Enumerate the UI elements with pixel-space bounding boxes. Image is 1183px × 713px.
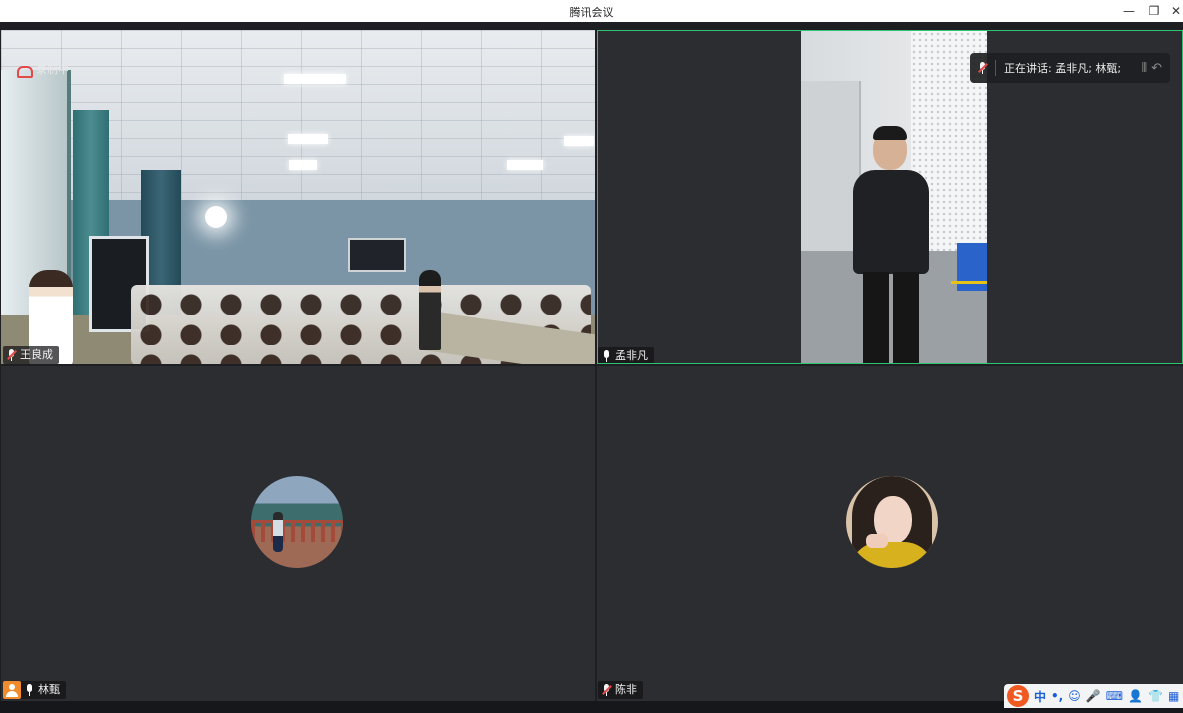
mic-muted-icon xyxy=(602,684,612,696)
participant-name: 陈非 xyxy=(615,683,637,696)
video-tile-1[interactable]: 录制中 王良成 xyxy=(1,30,595,364)
title-bar: 腾讯会议 — ❐ ✕ xyxy=(0,0,1183,22)
recording-label: 录制中 xyxy=(36,63,69,76)
mic-muted-icon xyxy=(7,349,17,361)
spotlight xyxy=(205,206,227,228)
recording-indicator[interactable]: 录制中 xyxy=(17,61,69,78)
audio-wave-icon[interactable]: ⫴ xyxy=(1142,61,1147,76)
floor-marking xyxy=(951,281,987,284)
participant-nametag: 林甄 xyxy=(3,681,66,699)
participant-name: 林甄 xyxy=(38,683,60,696)
ime-mode-chinese[interactable]: 中 xyxy=(1034,688,1046,705)
speaking-indicator[interactable]: 正在讲话: 孟非凡; 林甄; ⫴ ↶ xyxy=(970,53,1170,83)
classroom-video xyxy=(1,30,595,364)
speaking-label: 正在讲话: 孟非凡; 林甄; xyxy=(1004,62,1122,75)
restore-button[interactable]: ❐ xyxy=(1143,2,1165,20)
participant-name: 孟非凡 xyxy=(615,349,648,362)
tencent-meeting-window: 腾讯会议 — ❐ ✕ 录制中 王良成 正在讲话: 孟非凡; 林甄; ⫴ ↶ 孟非… xyxy=(0,0,1183,713)
avatar-child xyxy=(273,512,283,552)
mic-icon xyxy=(978,62,988,74)
video-tile-4[interactable]: 陈非 xyxy=(597,366,1183,701)
presenter xyxy=(849,126,931,363)
participant-name: 王良成 xyxy=(20,348,53,361)
host-icon xyxy=(3,681,21,699)
ceiling-light xyxy=(289,160,317,170)
user-center-icon[interactable]: 👤 xyxy=(1128,689,1143,703)
monitor xyxy=(348,238,406,272)
ceiling-light xyxy=(284,74,346,84)
participant-avatar xyxy=(846,476,938,568)
divider xyxy=(995,60,996,76)
presenter-hair xyxy=(873,126,907,140)
presenter-body xyxy=(853,170,929,274)
recording-icon xyxy=(17,64,33,78)
mic-icon xyxy=(602,350,611,362)
presenter-legs xyxy=(863,272,919,363)
avatar-hand xyxy=(866,534,888,548)
pill-actions: ⫴ ↶ xyxy=(1142,61,1162,76)
close-button[interactable]: ✕ xyxy=(1165,2,1183,20)
ceiling-light xyxy=(507,160,543,170)
ceiling-light xyxy=(564,136,594,146)
standing-person xyxy=(419,270,441,350)
minimize-button[interactable]: — xyxy=(1118,2,1140,20)
undo-icon[interactable]: ↶ xyxy=(1151,61,1162,76)
participant-nametag: 王良成 xyxy=(3,346,59,364)
keyboard-icon[interactable]: ⌨ xyxy=(1106,689,1123,703)
skin-icon[interactable]: 👕 xyxy=(1148,689,1163,703)
toolbox-icon[interactable]: ▦ xyxy=(1168,689,1179,703)
punctuation-icon[interactable]: •, xyxy=(1051,689,1063,703)
ceiling-light xyxy=(288,134,328,144)
participant-nametag: 孟非凡 xyxy=(598,347,654,363)
voice-input-icon[interactable]: 🎤 xyxy=(1086,689,1101,703)
speaker-video xyxy=(801,31,987,363)
video-tile-3[interactable]: 林甄 xyxy=(1,366,595,701)
participant-avatar xyxy=(251,476,343,568)
sogou-logo-icon[interactable]: S xyxy=(1007,685,1029,707)
participant-nametag: 陈非 xyxy=(598,681,643,699)
window-title: 腾讯会议 xyxy=(569,6,614,19)
emoji-icon[interactable]: ☺ xyxy=(1068,689,1081,703)
video-tile-2[interactable]: 正在讲话: 孟非凡; 林甄; ⫴ ↶ 孟非凡 xyxy=(597,30,1183,364)
ime-toolbar: S 中 •, ☺ 🎤 ⌨ 👤 👕 ▦ xyxy=(1004,684,1183,708)
toolbar-gap xyxy=(0,22,1183,30)
avatar-railing xyxy=(251,520,343,542)
mic-icon xyxy=(25,684,34,696)
